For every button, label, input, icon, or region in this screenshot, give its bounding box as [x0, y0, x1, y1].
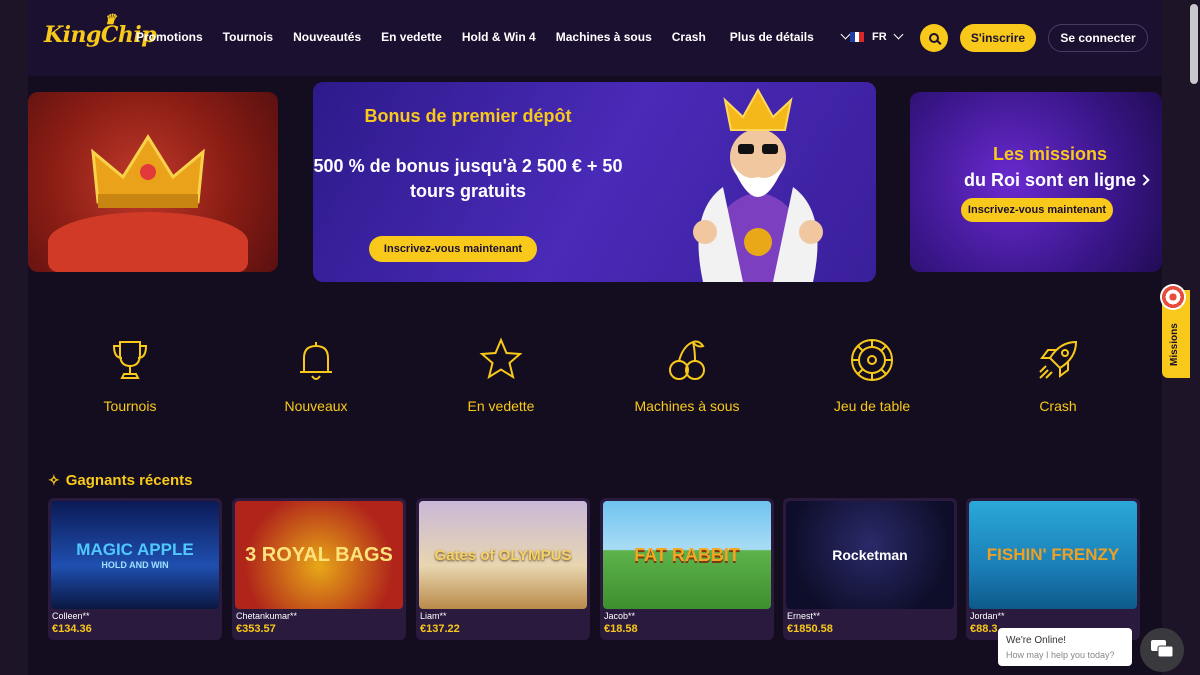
- winner-card[interactable]: FISHIN' FRENZY Jordan** €88.3: [966, 498, 1140, 640]
- winner-name: Chetankumar**: [236, 611, 298, 621]
- chat-launcher-button[interactable]: [1140, 628, 1184, 672]
- winner-name: Liam**: [420, 611, 447, 621]
- target-icon: [1160, 284, 1186, 310]
- browser-scrollbar-thumb[interactable]: [1190, 4, 1198, 84]
- bell-icon: [300, 342, 332, 380]
- banner-title: Bonus de premier dépôt: [364, 106, 572, 126]
- crown-icon: ♛: [104, 12, 117, 28]
- nav-tournois[interactable]: Tournois: [223, 30, 273, 44]
- banner-missions-title: Les missions: [992, 144, 1108, 164]
- cushion-illustration: [48, 212, 248, 272]
- chat-popup[interactable]: We're Online! How may I help you today?: [998, 628, 1132, 666]
- category-tournois[interactable]: Tournois: [50, 336, 210, 414]
- winner-card[interactable]: MAGIC APPLE HOLD AND WIN Colleen** €134.…: [48, 498, 222, 640]
- winner-name: Ernest**: [787, 611, 821, 621]
- banner-missions[interactable]: Les missions du Roi sont en ligne Inscri…: [910, 92, 1162, 272]
- game-thumbnail: Gates of OLYMPUS: [419, 501, 587, 609]
- winner-amount: €1850.58: [787, 623, 833, 635]
- login-button[interactable]: Se connecter: [1048, 24, 1148, 52]
- winner-name: Jordan**: [970, 611, 1005, 621]
- category-jeu-de-table[interactable]: Jeu de table: [792, 336, 952, 414]
- winner-amount: €18.58: [604, 623, 638, 635]
- missions-side-tab[interactable]: Missions: [1160, 284, 1190, 378]
- star-icon: [479, 337, 523, 380]
- banner-crown[interactable]: [28, 92, 278, 272]
- winner-amount: €88.3: [970, 623, 998, 635]
- game-thumbnail: MAGIC APPLE HOLD AND WIN: [51, 501, 219, 609]
- winner-card[interactable]: 3 ROYAL BAGS Chetankumar** €353.57: [232, 498, 406, 640]
- winner-card[interactable]: Rocketman Ernest** €1850.58: [783, 498, 957, 640]
- page: KingChip ♛ Promotions Tournois Nouveautés…: [28, 0, 1162, 675]
- nav-more-dropdown[interactable]: Plus de détails: [730, 29, 851, 44]
- banner-missions-signup-button[interactable]: Inscrivez-vous maintenant: [961, 198, 1113, 222]
- chevron-down-icon: [893, 29, 904, 39]
- winner-card[interactable]: FAT RABBIT Jacob** €18.58: [600, 498, 774, 640]
- roulette-icon: [851, 339, 893, 381]
- page-margin-left: [0, 0, 28, 675]
- game-thumbnail: 3 ROYAL BAGS: [235, 501, 403, 609]
- search-icon: [929, 33, 939, 43]
- chat-icon: [1151, 640, 1173, 658]
- top-header: KingChip ♛ Promotions Tournois Nouveautés…: [28, 0, 1162, 76]
- winner-name: Colleen**: [52, 611, 90, 621]
- search-button[interactable]: [920, 24, 948, 52]
- crown-illustration: [91, 134, 205, 208]
- nav-promotions[interactable]: Promotions: [136, 30, 203, 44]
- recent-winners-heading: ✧ Gagnants récents: [48, 472, 193, 489]
- trophy-icon: [112, 341, 148, 379]
- winner-card[interactable]: Gates of OLYMPUS Liam** €137.22: [416, 498, 590, 640]
- main-nav: Promotions Tournois Nouveautés En vedett…: [136, 29, 869, 44]
- banner-signup-button[interactable]: Inscrivez-vous maintenant: [369, 236, 537, 262]
- winner-name: Jacob**: [604, 611, 636, 621]
- category-nouveaux[interactable]: Nouveaux: [236, 336, 396, 414]
- nav-en-vedette[interactable]: En vedette: [381, 30, 442, 44]
- nav-machines-a-sous[interactable]: Machines à sous: [556, 30, 652, 44]
- language-selector[interactable]: FR: [850, 29, 904, 43]
- france-flag-icon: [850, 32, 865, 42]
- nav-nouveautes[interactable]: Nouveautés: [293, 30, 361, 44]
- cherries-icon: [669, 340, 705, 380]
- banner-subtitle: 500 % de bonus jusqu'à 2 500 € + 50 tour…: [313, 156, 623, 201]
- game-thumbnail: FAT RABBIT: [603, 501, 771, 609]
- game-thumbnail: FISHIN' FRENZY: [969, 501, 1137, 609]
- sparkle-icon: ✧: [48, 472, 60, 488]
- winner-amount: €134.36: [52, 623, 92, 635]
- winner-amount: €137.22: [420, 623, 460, 635]
- banner-missions-subtitle: du Roi sont en ligne: [964, 170, 1136, 190]
- chevron-down-icon: [840, 29, 851, 40]
- rocket-icon: [1039, 340, 1078, 379]
- king-mascot-illustration: [693, 87, 823, 282]
- category-crash[interactable]: Crash: [978, 336, 1138, 414]
- nav-crash[interactable]: Crash: [672, 30, 706, 44]
- category-en-vedette[interactable]: En vedette: [421, 336, 581, 414]
- banner-first-deposit[interactable]: Bonus de premier dépôt 500 % de bonus ju…: [313, 82, 876, 282]
- winner-amount: €353.57: [236, 623, 276, 635]
- nav-hold-win[interactable]: Hold & Win 4: [462, 30, 536, 44]
- category-bar: Tournois Nouveaux En vedette Machines à …: [28, 336, 1162, 426]
- category-machines-a-sous[interactable]: Machines à sous: [607, 336, 767, 414]
- game-thumbnail: Rocketman: [786, 501, 954, 609]
- signup-button[interactable]: S'inscrire: [960, 24, 1036, 52]
